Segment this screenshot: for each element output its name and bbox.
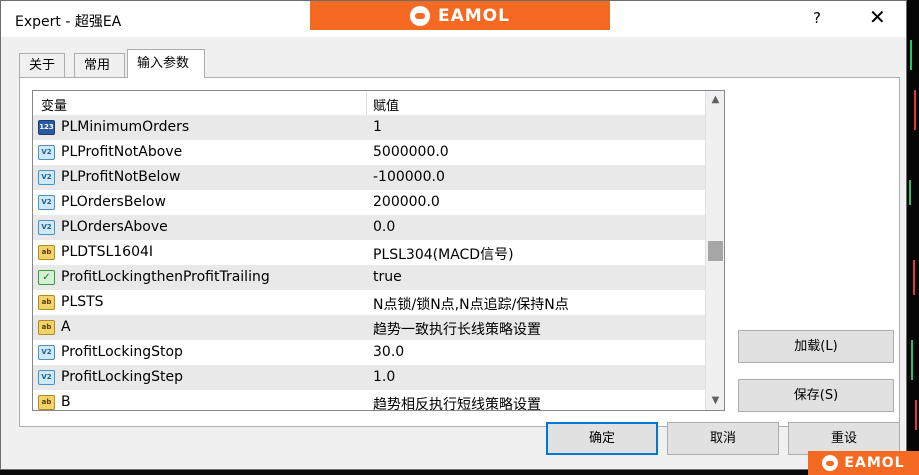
parameters-grid: 变量 赋值 123 PLMinimumOrders 1 V2 PLProfitNotAb… [32, 90, 725, 411]
brand-logo-icon [410, 5, 430, 26]
parameter-value[interactable]: 趋势一致执行长线策略设置 [373, 319, 541, 339]
double-type-icon: V2 [38, 220, 55, 235]
parameter-row[interactable]: 123 PLMinimumOrders 1 [33, 115, 706, 140]
string-type-icon: ab [38, 245, 55, 260]
brand-badge: EAMOL [808, 451, 919, 475]
parameter-value[interactable]: 30.0 [373, 344, 404, 360]
double-type-icon: V2 [38, 170, 55, 185]
grid-header: 变量 赋值 [33, 91, 706, 116]
save-button[interactable]: 保存(S) [738, 379, 894, 412]
parameter-row[interactable]: V2 PLProfitNotAbove 5000000.0 [33, 140, 706, 165]
title-bar: Expert - 超强EA EAMOL ? ✕ [1, 1, 906, 37]
brand-name: EAMOL [438, 5, 510, 26]
parameter-name: PLOrdersBelow [61, 194, 166, 210]
parameter-name: PLDTSL1604I [61, 244, 154, 260]
parameter-row[interactable]: V2 ProfitLockingStep 1.0 [33, 365, 706, 390]
integer-type-icon: 123 [38, 120, 55, 135]
parameter-name: A [61, 319, 71, 335]
vertical-scrollbar[interactable]: ▲ ▼ [705, 91, 724, 410]
scroll-thumb[interactable] [708, 241, 723, 261]
parameter-value[interactable]: -100000.0 [373, 169, 445, 185]
parameter-name: PLOrdersAbove [61, 219, 168, 235]
parameter-row[interactable]: ✓ ProfitLockingthenProfitTrailing true [33, 265, 706, 290]
header-value[interactable]: 赋值 [373, 95, 399, 114]
boolean-type-icon: ✓ [38, 270, 55, 285]
parameter-row[interactable]: ab B 趋势相反执行短线策略设置 [33, 390, 706, 410]
brand-logo-icon [822, 455, 839, 471]
header-variable[interactable]: 变量 [41, 95, 67, 114]
tab-about[interactable]: 关于 [19, 53, 65, 77]
parameter-value[interactable]: N点锁/锁N点,N点追踪/保持N点 [373, 294, 569, 314]
cancel-button[interactable]: 取消 [667, 422, 779, 455]
double-type-icon: V2 [38, 145, 55, 160]
string-type-icon: ab [38, 295, 55, 310]
parameter-value[interactable]: 1.0 [373, 369, 395, 385]
window-title: Expert - 超强EA [15, 14, 122, 30]
parameter-row[interactable]: ab A 趋势一致执行长线策略设置 [33, 315, 706, 340]
parameter-value[interactable]: 0.0 [373, 219, 395, 235]
close-icon[interactable]: ✕ [869, 5, 886, 29]
parameter-name: B [61, 394, 71, 410]
double-type-icon: V2 [38, 370, 55, 385]
parameter-row[interactable]: ab PLSTS N点锁/锁N点,N点追踪/保持N点 [33, 290, 706, 315]
parameter-value[interactable]: true [373, 269, 402, 285]
parameter-name: PLMinimumOrders [61, 119, 190, 135]
parameter-row[interactable]: V2 PLOrdersBelow 200000.0 [33, 190, 706, 215]
parameter-name: ProfitLockingthenProfitTrailing [61, 269, 270, 285]
parameter-value[interactable]: 200000.0 [373, 194, 440, 210]
parameter-row[interactable]: ab PLDTSL1604I PLSL304(MACD信号) [33, 240, 706, 265]
brand-badge-name: EAMOL [844, 455, 905, 471]
parameter-name: ProfitLockingStop [61, 344, 183, 360]
brand-banner: EAMOL [310, 1, 610, 30]
parameter-name: ProfitLockingStep [61, 369, 183, 385]
parameter-name: PLSTS [61, 294, 104, 310]
help-button[interactable]: ? [813, 9, 821, 27]
grid-rows: 123 PLMinimumOrders 1 V2 PLProfitNotAbove 500… [33, 115, 706, 410]
column-divider[interactable] [366, 91, 367, 115]
expert-dialog: Expert - 超强EA EAMOL ? ✕ 关于 常用 输入参数 变量 赋值… [0, 0, 907, 470]
parameter-value[interactable]: PLSL304(MACD信号) [373, 244, 514, 264]
scroll-down-icon[interactable]: ▼ [706, 392, 724, 410]
scroll-up-icon[interactable]: ▲ [706, 91, 724, 109]
tab-inputs[interactable]: 输入参数 [127, 49, 205, 78]
double-type-icon: V2 [38, 345, 55, 360]
inputs-panel: 变量 赋值 123 PLMinimumOrders 1 V2 PLProfitNotAb… [19, 77, 900, 427]
load-button[interactable]: 加载(L) [738, 330, 894, 363]
ok-button[interactable]: 确定 [546, 422, 658, 455]
background-chart-strip [907, 0, 919, 470]
double-type-icon: V2 [38, 195, 55, 210]
string-type-icon: ab [38, 320, 55, 335]
string-type-icon: ab [38, 395, 55, 410]
parameter-value[interactable]: 1 [373, 119, 382, 135]
parameter-name: PLProfitNotAbove [61, 144, 183, 160]
tab-common[interactable]: 常用 [74, 53, 125, 77]
parameter-row[interactable]: V2 PLOrdersAbove 0.0 [33, 215, 706, 240]
parameter-row[interactable]: V2 ProfitLockingStop 30.0 [33, 340, 706, 365]
parameter-value[interactable]: 5000000.0 [373, 144, 449, 160]
parameter-value[interactable]: 趋势相反执行短线策略设置 [373, 394, 541, 410]
parameter-row[interactable]: V2 PLProfitNotBelow -100000.0 [33, 165, 706, 190]
parameter-name: PLProfitNotBelow [61, 169, 181, 185]
